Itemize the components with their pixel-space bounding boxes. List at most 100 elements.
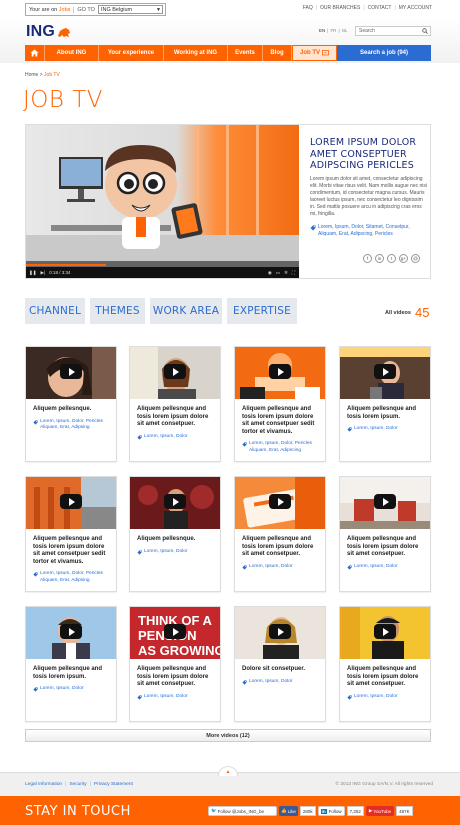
video-thumbnail[interactable]: THINK OF APENSIONAS GROWING <box>130 607 220 659</box>
my-account-link[interactable]: MY ACCOUNT <box>399 5 432 11</box>
video-title[interactable]: Aliquem pellesnque. <box>33 406 109 414</box>
video-card[interactable]: Aliquem pellesnque. Lorem, Ipsum, Dolor <box>129 476 221 592</box>
video-title[interactable]: Aliquem pellesnque and tosis lorem ipsum… <box>137 406 213 429</box>
play-icon[interactable] <box>374 624 396 639</box>
lang-en[interactable]: EN <box>319 28 325 33</box>
pause-icon[interactable]: ❚❚ <box>29 270 37 276</box>
play-icon[interactable] <box>164 364 186 379</box>
featured-video-player[interactable]: ❚❚ ▶| 0:18 / 3:34 ◉ ▭ ✲ ⛶ <box>26 125 299 278</box>
contact-link[interactable]: CONTACT <box>368 5 392 11</box>
video-title[interactable]: Aliquem pellesnque. <box>137 536 213 544</box>
video-thumbnail[interactable] <box>235 477 325 529</box>
play-icon[interactable] <box>60 494 82 509</box>
country-select[interactable]: ING Belgium ▼ <box>97 5 163 14</box>
privacy-statement-link[interactable]: Privacy Statement <box>94 782 133 787</box>
video-card[interactable]: THINK OF APENSIONAS GROWING Aliquem pelle… <box>129 606 221 722</box>
play-icon[interactable] <box>60 364 82 379</box>
video-thumbnail[interactable] <box>26 477 116 529</box>
video-thumbnail[interactable] <box>340 347 430 399</box>
video-title[interactable]: Aliquem pellesnque and tosis lorem ipsum… <box>242 536 318 559</box>
site-location-bar: Your are on Jobs GO TO ING Belgium ▼ <box>25 3 166 16</box>
breadcrumb-home[interactable]: Home <box>25 72 38 78</box>
security-link[interactable]: Security <box>69 782 86 787</box>
play-icon[interactable] <box>269 494 291 509</box>
tab-channel[interactable]: CHANNEL <box>25 298 85 324</box>
twitter-follow-button[interactable]: 🐦 Follow @Jobs_ING_be <box>208 806 277 816</box>
video-thumbnail[interactable] <box>340 477 430 529</box>
video-card[interactable]: Aliquem pellesnque and tosis lorem ipsum… <box>25 606 117 722</box>
video-card[interactable]: Dolore sit consetpuer. Lorem, Ipsum, Dolo… <box>234 606 326 722</box>
video-thumbnail[interactable] <box>235 347 325 399</box>
video-card[interactable]: Aliquem pellesnque and tosis lorem ipsum… <box>25 476 117 592</box>
nav-blog[interactable]: Blog <box>263 45 292 61</box>
video-thumbnail[interactable] <box>26 347 116 399</box>
nav-events[interactable]: Events <box>228 45 263 61</box>
current-site-link[interactable]: Jobs <box>59 7 71 13</box>
search-icon[interactable] <box>422 28 428 34</box>
lang-nl[interactable]: NL <box>342 28 348 33</box>
video-card[interactable]: Aliquem pellesnque and tosis lorem ipsum… <box>234 346 326 462</box>
video-thumbnail[interactable] <box>130 347 220 399</box>
fullscreen-icon[interactable]: ⛶ <box>292 270 295 275</box>
video-card[interactable]: Aliquem pellesnque and tosis lorem ipsum… <box>129 346 221 462</box>
play-icon[interactable] <box>374 494 396 509</box>
video-title[interactable]: Dolore sit consetpuer. <box>242 666 318 674</box>
facebook-icon[interactable]: f <box>363 254 372 263</box>
play-icon[interactable] <box>269 364 291 379</box>
video-card[interactable]: Aliquem pellesnque and tosis lorem ipsum… <box>339 476 431 592</box>
video-title[interactable]: Aliquem pellesnque and tosis lorem ipsum… <box>242 406 318 436</box>
nav-about-ing[interactable]: About ING <box>45 45 99 61</box>
video-thumbnail[interactable] <box>130 477 220 529</box>
play-icon[interactable] <box>164 494 186 509</box>
lang-fr[interactable]: FR <box>330 28 336 33</box>
next-icon[interactable]: ▶| <box>41 270 46 276</box>
video-thumbnail[interactable] <box>340 607 430 659</box>
play-icon[interactable] <box>60 624 82 639</box>
email-icon[interactable]: @ <box>411 254 420 263</box>
video-tags: Lorem, Ipsum, Dolor <box>347 426 423 433</box>
google-plus-icon[interactable]: g+ <box>399 254 408 263</box>
youtube-button[interactable]: ▶ YouTube <box>365 806 395 816</box>
featured-title[interactable]: LOREM IPSUM DOLOR AMET CONSEPTUER ADIPSC… <box>310 137 428 172</box>
video-card[interactable]: Aliquem pellesnque and tosis lorem ipsum… <box>339 606 431 722</box>
tab-expertise[interactable]: EXPERTISE <box>227 298 297 324</box>
cc-icon[interactable]: ▭ <box>276 270 280 276</box>
video-card[interactable]: Aliquem pellesnque and tosis lorem ipsum… <box>234 476 326 592</box>
video-title[interactable]: Aliquem pellesnque and tosis lorem ipsum… <box>347 536 423 559</box>
video-title[interactable]: Aliquem pellesnque and tosis lorem ipsum… <box>33 536 109 566</box>
video-title[interactable]: Aliquem pellesnque and tosis lorem ipsum… <box>347 666 423 689</box>
all-videos-count[interactable]: All videos 45 <box>385 305 429 320</box>
featured-video-info: LOREM IPSUM DOLOR AMET CONSEPTUER ADIPSC… <box>310 137 428 238</box>
more-videos-button[interactable]: More videos (12) <box>25 729 431 742</box>
play-icon[interactable] <box>374 364 396 379</box>
nav-job-tv[interactable]: Job TV <box>292 45 337 61</box>
video-thumbnail[interactable] <box>235 607 325 659</box>
linkedin-icon[interactable]: in <box>375 254 384 263</box>
scroll-up-icon[interactable]: ▲ <box>218 766 238 776</box>
video-title[interactable]: Aliquem pellesnque and tosis lorem ipsum… <box>33 666 109 681</box>
play-icon[interactable] <box>164 624 186 639</box>
video-card[interactable]: Aliquem pellesnque. Lorem, Ipsum, Dolor, … <box>25 346 117 462</box>
tab-themes[interactable]: THEMES <box>90 298 145 324</box>
nav-working-at-ing[interactable]: Working at ING <box>164 45 228 61</box>
legal-information-link[interactable]: Legal Information <box>25 782 62 787</box>
video-title[interactable]: Aliquem pellesnque and tosis lorem ipsum… <box>137 666 213 689</box>
nav-home[interactable] <box>25 45 45 61</box>
twitter-icon[interactable]: t <box>387 254 396 263</box>
settings-icon[interactable]: ✲ <box>284 270 288 276</box>
thumbs-up-icon: 👍 <box>281 808 287 813</box>
volume-icon[interactable]: ◉ <box>268 270 272 276</box>
video-card[interactable]: Aliquem pellesnque and tosis lorem ipsum… <box>339 346 431 462</box>
ing-logo[interactable]: ING <box>26 23 71 41</box>
branches-link[interactable]: OUR BRANCHES <box>320 5 360 11</box>
video-title[interactable]: Aliquem pellesnque and tosis lorem ipsum… <box>347 406 423 421</box>
search-input[interactable]: Search <box>355 26 431 36</box>
nav-your-experience[interactable]: Your experience <box>99 45 164 61</box>
facebook-like-button[interactable]: 👍 Like <box>279 806 298 816</box>
linkedin-follow-button[interactable]: in Follow <box>317 806 345 816</box>
faq-link[interactable]: FAQ <box>303 5 313 11</box>
tab-work-area[interactable]: WORK AREA <box>150 298 222 324</box>
video-thumbnail[interactable] <box>26 607 116 659</box>
search-a-job-button[interactable]: Search a job (94) <box>337 45 431 61</box>
play-icon[interactable] <box>269 624 291 639</box>
